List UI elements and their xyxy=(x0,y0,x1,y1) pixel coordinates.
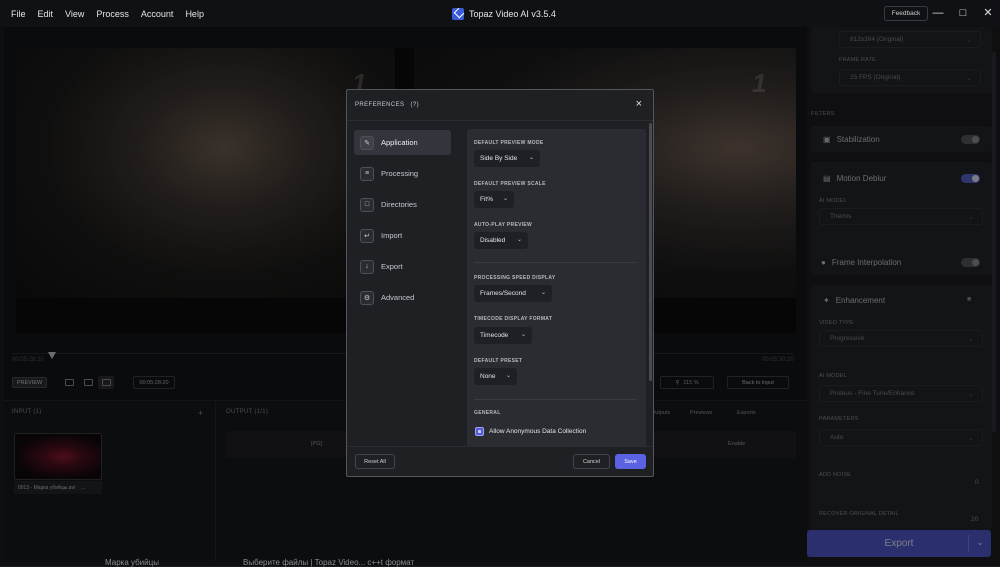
autoplay-dropdown[interactable]: Disabled ⌄ xyxy=(474,232,528,249)
preview-scale-label: DEFAULT PREVIEW SCALE xyxy=(474,181,546,187)
reset-all-button[interactable]: Reset All xyxy=(355,454,395,469)
processing-icon: ≡ xyxy=(360,166,374,181)
autoplay-value: Disabled xyxy=(480,237,506,244)
preview-scale-value: Fit% xyxy=(480,196,493,203)
close-window-icon[interactable]: ✕ xyxy=(982,7,994,19)
advanced-icon: ⚙ xyxy=(360,290,374,305)
preferences-dialog: PREFERENCES (?) × ✎ Application ≡ Proces… xyxy=(346,89,654,477)
app-title-text: Topaz Video AI v3.5.4 xyxy=(469,9,556,19)
default-preset-dropdown[interactable]: None ⌄ xyxy=(474,368,517,385)
dialog-title: PREFERENCES (?) xyxy=(355,102,419,108)
chevron-down-icon: ⌄ xyxy=(520,332,526,338)
menu-account[interactable]: Account xyxy=(135,9,180,19)
topaz-logo-icon xyxy=(452,8,464,20)
nav-advanced[interactable]: ⚙ Advanced xyxy=(354,285,451,310)
feedback-button[interactable]: Feedback xyxy=(884,6,928,21)
autoplay-label: AUTO-PLAY PREVIEW xyxy=(474,222,533,228)
timecode-format-label: TIMECODE DISPLAY FORMAT xyxy=(474,316,553,322)
menu-process[interactable]: Process xyxy=(90,9,135,19)
nav-export-label: Export xyxy=(381,262,403,271)
maximize-icon[interactable]: □ xyxy=(957,7,969,19)
nav-processing-label: Processing xyxy=(381,169,419,178)
window-title: Topaz Video AI v3.5.4 xyxy=(452,8,556,20)
nav-advanced-label: Advanced xyxy=(381,293,415,302)
settings-divider xyxy=(474,262,637,263)
menu-file[interactable]: File xyxy=(5,9,32,19)
nav-directories[interactable]: □ Directories xyxy=(354,192,451,217)
minimize-icon[interactable]: — xyxy=(932,7,944,19)
cancel-button[interactable]: Cancel xyxy=(573,454,610,469)
speed-display-value: Frames/Second xyxy=(480,290,526,297)
chevron-down-icon: ⌄ xyxy=(502,196,508,202)
nav-export[interactable]: ↓ Export xyxy=(354,254,451,279)
speed-display-label: PROCESSING SPEED DISPLAY xyxy=(474,275,556,281)
chevron-down-icon: ⌄ xyxy=(505,373,511,379)
application-settings: DEFAULT PREVIEW MODE Side By Side ⌄ DEFAU… xyxy=(467,129,646,447)
preview-mode-value: Side By Side xyxy=(480,155,518,162)
general-label: GENERAL xyxy=(474,410,501,416)
export-icon: ↓ xyxy=(360,259,374,274)
nav-application-label: Application xyxy=(381,138,418,147)
help-icon[interactable]: (?) xyxy=(411,102,420,108)
import-icon: ↵ xyxy=(360,228,374,243)
menu-help[interactable]: Help xyxy=(179,9,210,19)
timecode-format-value: Timecode xyxy=(480,332,509,339)
settings-divider xyxy=(474,399,637,400)
nav-import-label: Import xyxy=(381,231,403,240)
chevron-down-icon: ⌄ xyxy=(540,290,546,296)
close-icon[interactable]: × xyxy=(636,98,642,110)
menu-edit[interactable]: Edit xyxy=(32,9,60,19)
nav-processing[interactable]: ≡ Processing xyxy=(354,161,451,186)
nav-application[interactable]: ✎ Application xyxy=(354,130,451,155)
dialog-footer-divider xyxy=(347,446,653,447)
menu-view[interactable]: View xyxy=(59,9,90,19)
title-bar: File Edit View Process Account Help Topa… xyxy=(0,0,1000,27)
folder-icon: □ xyxy=(360,197,374,212)
nav-directories-label: Directories xyxy=(381,200,417,209)
dialog-title-text: PREFERENCES xyxy=(355,102,405,108)
anonymous-data-checkbox[interactable] xyxy=(475,427,484,436)
settings-scrollbar[interactable] xyxy=(649,123,652,381)
chevron-down-icon: ⌄ xyxy=(528,155,534,161)
dialog-divider xyxy=(347,120,653,121)
default-preset-value: None xyxy=(480,373,496,380)
preview-mode-label: DEFAULT PREVIEW MODE xyxy=(474,140,544,146)
speed-display-dropdown[interactable]: Frames/Second ⌄ xyxy=(474,285,552,302)
application-icon: ✎ xyxy=(360,135,374,150)
timecode-format-dropdown[interactable]: Timecode ⌄ xyxy=(474,327,532,344)
default-preset-label: DEFAULT PRESET xyxy=(474,358,523,364)
preview-mode-dropdown[interactable]: Side By Side ⌄ xyxy=(474,150,540,167)
save-button[interactable]: Save xyxy=(615,454,646,469)
anonymous-data-label: Allow Anonymous Data Collection xyxy=(489,428,587,435)
chevron-down-icon: ⌄ xyxy=(516,237,522,243)
menu-bar: File Edit View Process Account Help xyxy=(5,9,210,19)
preview-scale-dropdown[interactable]: Fit% ⌄ xyxy=(474,191,514,208)
nav-import[interactable]: ↵ Import xyxy=(354,223,451,248)
